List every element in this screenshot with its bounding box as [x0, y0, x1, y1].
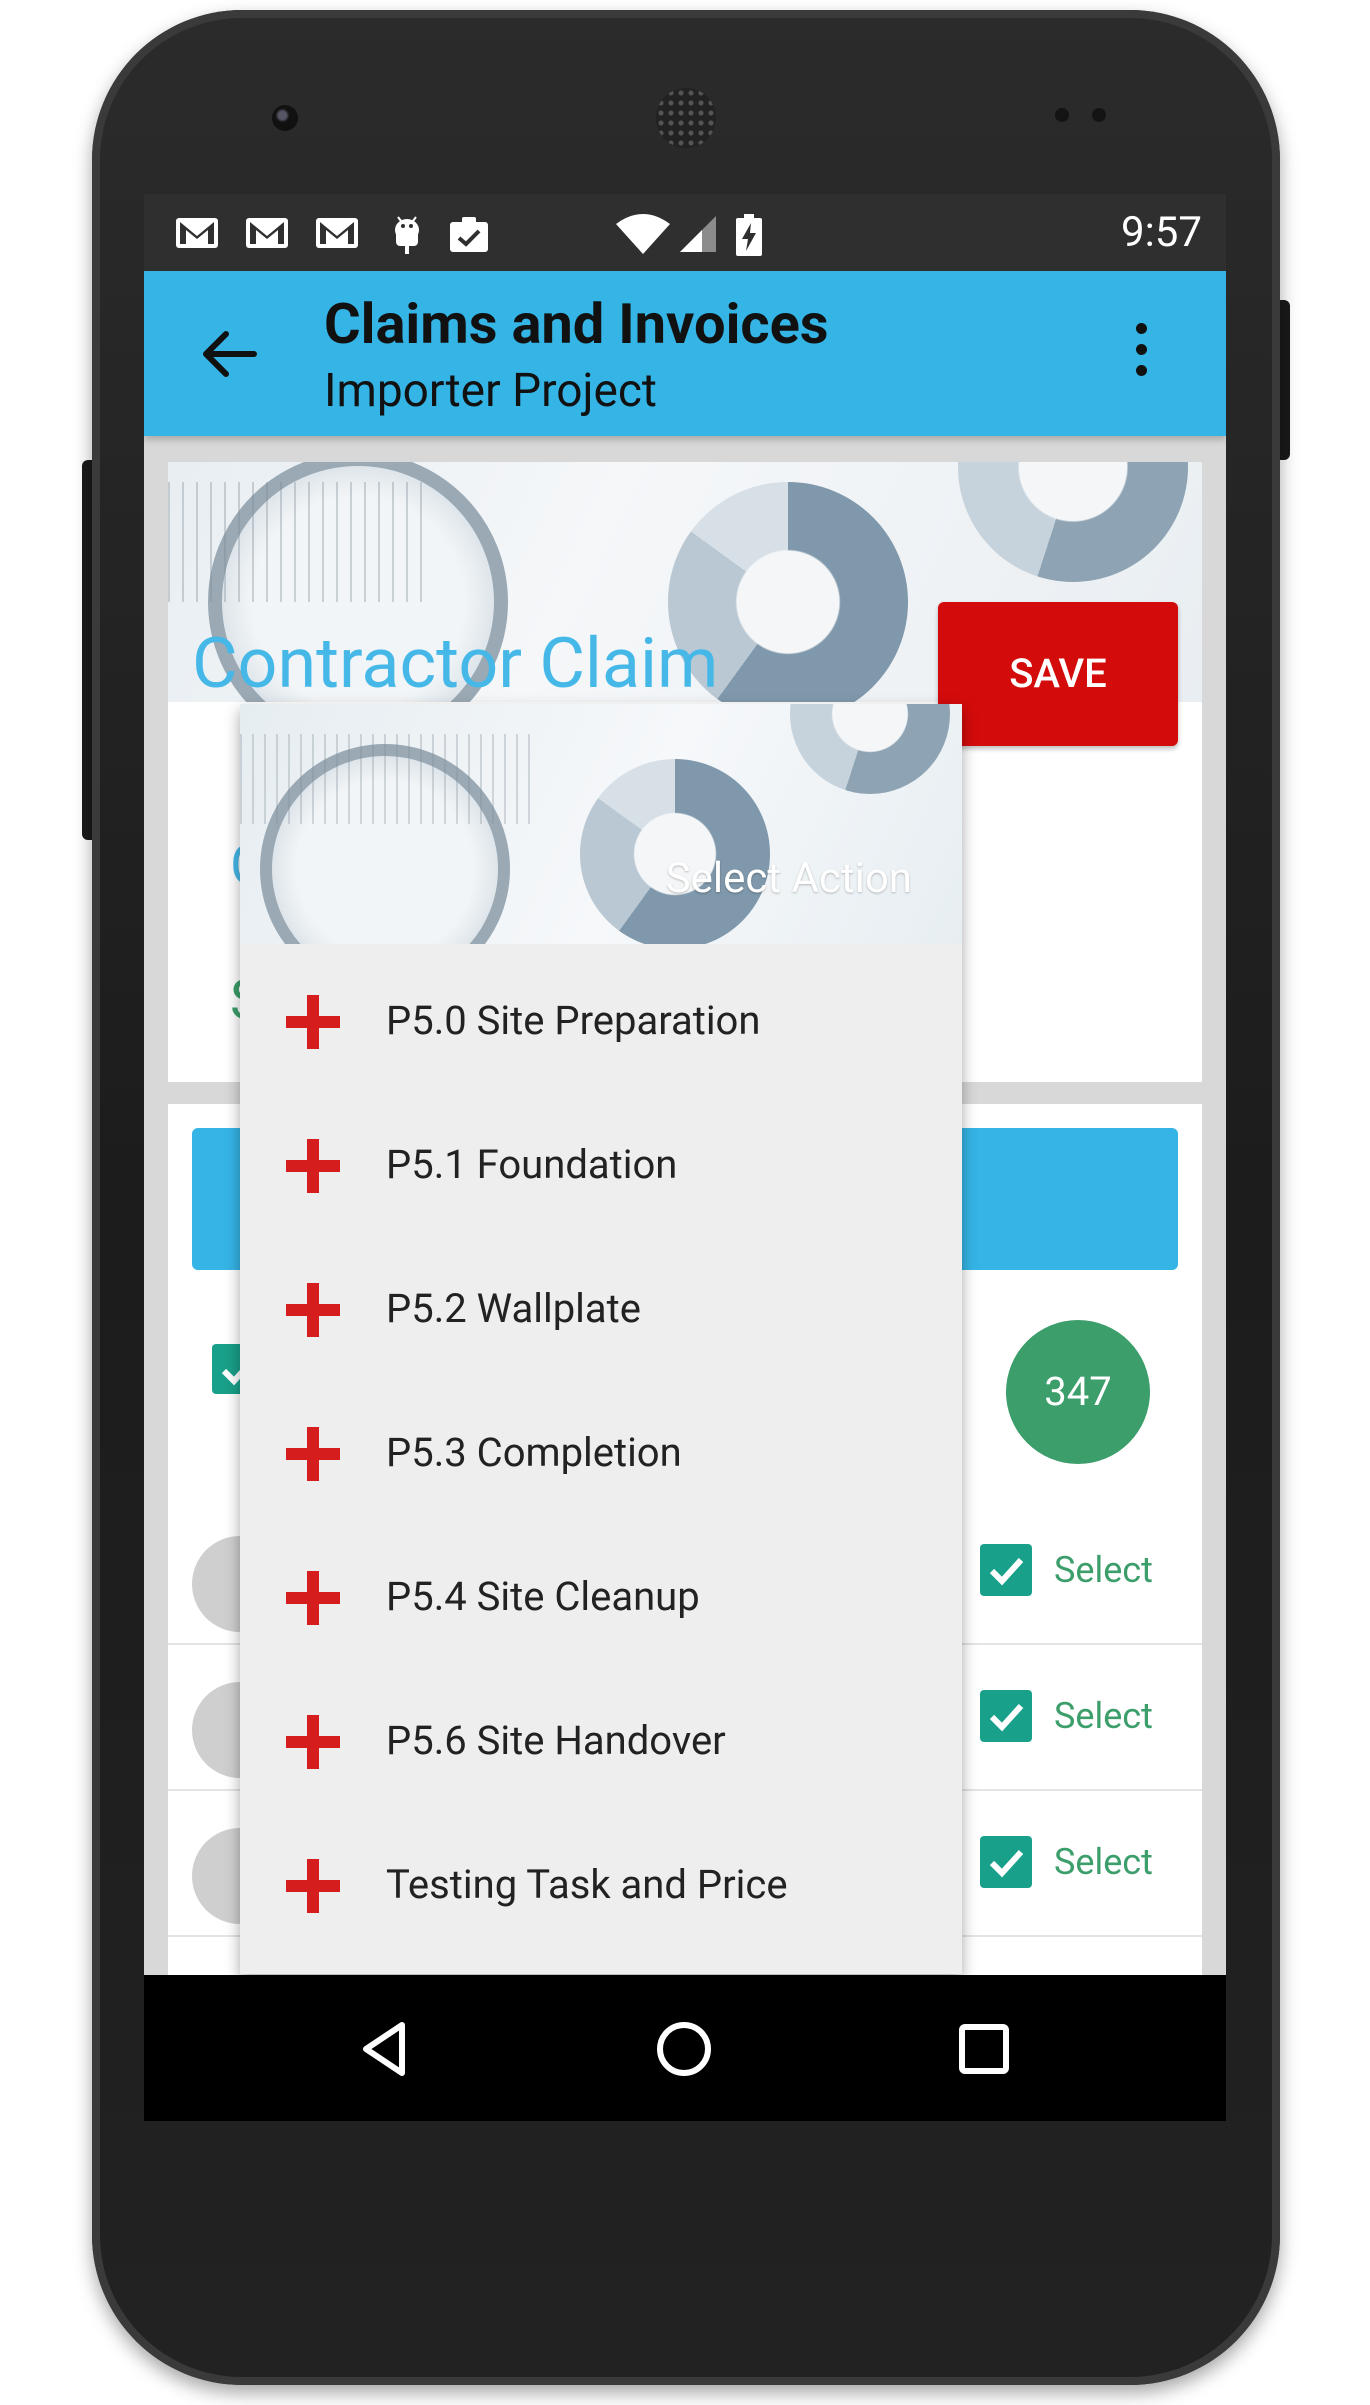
plus-icon [286, 1427, 340, 1481]
signal-icon [678, 214, 718, 252]
header-donut-chart-2 [790, 704, 950, 794]
wifi-icon [614, 214, 672, 254]
action-item-label: P5.0 Site Preparation [386, 997, 761, 1044]
action-item[interactable]: P5.4 Site Cleanup [240, 1525, 962, 1669]
row-checkbox[interactable] [980, 1544, 1032, 1596]
gmail-icon [244, 214, 290, 252]
action-item-label: P5.6 Site Handover [386, 1717, 726, 1764]
app-bar: Claims and Invoices Importer Project [144, 271, 1226, 436]
header-donut-chart [580, 759, 770, 944]
gmail-icon [174, 214, 220, 252]
select-label[interactable]: Select [1054, 1690, 1153, 1742]
proximity-sensor [1055, 108, 1069, 122]
action-item[interactable]: P5.0 Site Preparation [240, 949, 962, 1093]
action-item-label: P5.2 Wallplate [386, 1285, 641, 1332]
android-debug-icon [388, 214, 426, 254]
banner-donut-chart-2 [958, 462, 1188, 582]
navigation-bar [144, 1975, 1226, 2121]
clipboard-check-icon [446, 214, 492, 252]
status-bar: 9:57 [144, 194, 1226, 271]
save-button[interactable]: SAVE [938, 602, 1178, 746]
task-count-badge: 347 [1006, 1320, 1150, 1464]
page-title: Claims and Invoices [324, 291, 829, 357]
select-label[interactable]: Select [1054, 1836, 1153, 1888]
banner-stock-lines [168, 482, 428, 602]
plus-icon [286, 1715, 340, 1769]
action-item-label: P5.4 Site Cleanup [386, 1573, 700, 1620]
action-item-label: P5.1 Foundation [386, 1141, 678, 1188]
earpiece-speaker [656, 88, 716, 148]
action-item[interactable]: P5.3 Completion [240, 1381, 962, 1525]
action-item[interactable]: P5.2 Wallplate [240, 1237, 962, 1381]
plus-icon [286, 1139, 340, 1193]
recents-nav-icon[interactable] [956, 2021, 1012, 2077]
plus-icon [286, 1283, 340, 1337]
row-checkbox[interactable] [980, 1836, 1032, 1888]
row-checkbox[interactable] [980, 1690, 1032, 1742]
select-action-dialog: Select Action P5.0 Site Preparation P5.1… [240, 704, 962, 1974]
action-item[interactable]: P5.1 Foundation [240, 1093, 962, 1237]
action-item[interactable]: P5.6 Site Handover [240, 1669, 962, 1813]
action-item-label: P5.3 Completion [386, 1429, 682, 1476]
action-item-label: Testing Task and Price [386, 1861, 788, 1908]
home-nav-icon[interactable] [654, 2019, 714, 2079]
back-nav-icon[interactable] [354, 2019, 414, 2079]
dialog-header-image: Select Action [240, 704, 962, 944]
dialog-title: Select Action [665, 854, 912, 903]
more-options-icon[interactable] [1134, 323, 1148, 383]
light-sensor [1092, 108, 1106, 122]
gmail-icon [314, 214, 360, 252]
phone-screen: 9:57 Contractor Claim C S SAVE 347 Selec… [144, 194, 1226, 2121]
back-arrow-icon[interactable] [202, 329, 258, 379]
status-time: 9:57 [1121, 208, 1202, 257]
header-stock-lines [240, 734, 540, 824]
front-camera [272, 105, 298, 131]
plus-icon [286, 1859, 340, 1913]
action-item[interactable]: Testing Task and Price [240, 1813, 962, 1957]
battery-charging-icon [734, 214, 764, 256]
plus-icon [286, 1571, 340, 1625]
page-subtitle: Importer Project [324, 364, 657, 418]
claim-title: Contractor Claim [192, 623, 719, 705]
select-label[interactable]: Select [1054, 1544, 1153, 1596]
plus-icon [286, 995, 340, 1049]
